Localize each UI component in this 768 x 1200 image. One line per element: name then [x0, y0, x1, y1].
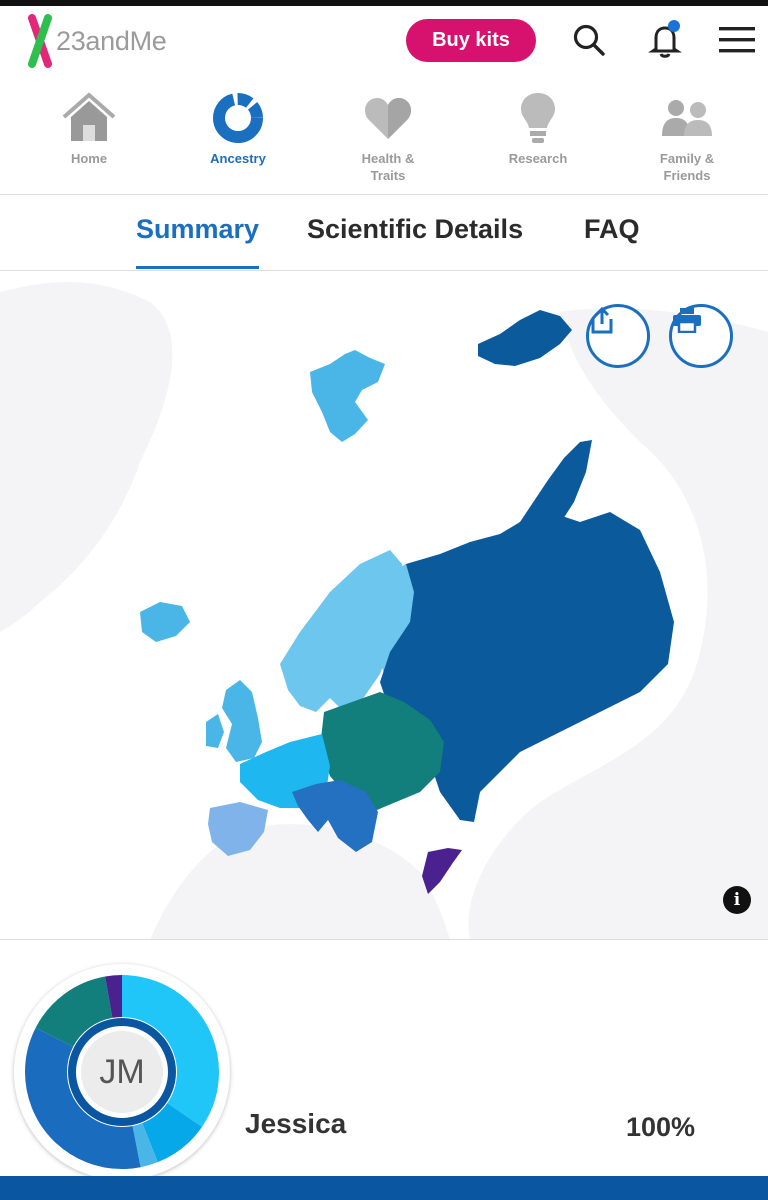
nav-ancestry-label: Ancestry [210, 151, 266, 166]
nav-research[interactable]: Research [478, 88, 598, 188]
logo-text: 23andMe [56, 25, 167, 56]
ireland-region[interactable] [206, 714, 224, 748]
ancestry-donut: JM [14, 964, 230, 1180]
franz-josef-land-region[interactable] [478, 310, 572, 366]
nav-family-friends[interactable]: Family & Friends [627, 88, 747, 188]
nav-research-label: Research [508, 151, 568, 166]
nav-health-label: Health & Traits [361, 151, 415, 183]
nav-home-label: Home [70, 151, 108, 166]
svalbard-region[interactable] [310, 350, 385, 442]
print-button[interactable] [669, 304, 733, 368]
lightbulb-icon [508, 88, 568, 148]
people-icon [657, 88, 717, 148]
share-icon [591, 307, 613, 334]
share-button[interactable] [586, 304, 650, 368]
nav-family-label: Family & Friends [659, 151, 715, 183]
search-icon[interactable] [569, 20, 609, 60]
levant-region[interactable] [422, 848, 462, 894]
iceland-region[interactable] [140, 602, 190, 642]
person-percent: 100% [626, 1112, 696, 1142]
logo-mark-icon [28, 14, 52, 68]
person-name: Jessica [245, 1108, 347, 1139]
menu-icon[interactable] [717, 20, 757, 60]
ancestry-map[interactable]: i [0, 272, 768, 940]
europe-map [0, 282, 768, 939]
main-navigation: Home Ancestry Health & Traits Research F… [0, 88, 768, 195]
logo[interactable]: 23andMe [26, 14, 167, 68]
print-icon [673, 308, 701, 333]
bottom-bar [0, 1176, 768, 1200]
ancestry-tabs: Summary Scientific Details FAQ [0, 196, 768, 271]
ancestry-icon [208, 88, 268, 148]
nav-health-traits[interactable]: Health & Traits [328, 88, 448, 188]
nav-ancestry[interactable]: Ancestry [178, 88, 298, 188]
avatar: JM [81, 1031, 163, 1113]
nav-home[interactable]: Home [29, 88, 149, 188]
info-button[interactable]: i [723, 886, 751, 914]
britain-region[interactable] [222, 680, 262, 762]
greenland-shape [0, 282, 173, 632]
tab-faq[interactable]: FAQ [584, 214, 640, 269]
africa-landmass [150, 824, 450, 939]
bell-icon[interactable] [645, 20, 685, 60]
person-row[interactable]: JM Jessica 100% [0, 942, 768, 1182]
home-icon [59, 88, 119, 148]
app-header: 23andMe Buy kits [0, 6, 768, 80]
buy-kits-button[interactable]: Buy kits [406, 19, 536, 62]
tab-summary[interactable]: Summary [136, 214, 260, 269]
heart-icon [358, 88, 418, 148]
notification-dot [668, 20, 680, 32]
tab-scientific-details[interactable]: Scientific Details [307, 214, 523, 269]
